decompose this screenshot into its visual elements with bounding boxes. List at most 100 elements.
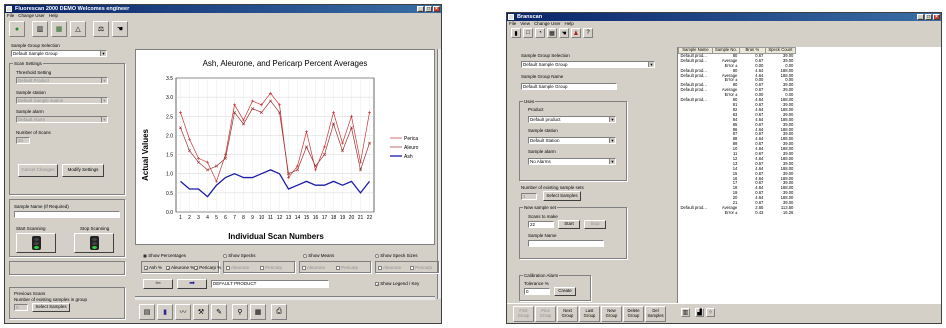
select-samples-button[interactable]: Select Samples — [32, 303, 70, 312]
check-means-pericarp[interactable]: Pericarp — [336, 265, 358, 270]
sample-group-dropdown[interactable]: Default Sample Group ▼ — [521, 61, 655, 68]
sample-group-dropdown[interactable]: Default Sample Group ▼ — [11, 50, 107, 57]
help-icon[interactable]: ? — [583, 28, 593, 38]
hand-icon[interactable]: ☚ — [559, 28, 569, 38]
close-button[interactable]: × — [933, 14, 940, 20]
graph-icon[interactable]: ◔ — [535, 28, 545, 38]
traffic-light-icon[interactable]: ● — [9, 21, 25, 37]
scans-to-make-input[interactable]: 22 — [528, 221, 554, 228]
sample-alarm-dropdown[interactable]: No Alarms ▼ — [528, 158, 616, 165]
radio-show-specks[interactable]: Show Specks — [223, 253, 256, 258]
arrow-right-button[interactable]: ➡ — [177, 279, 207, 289]
nav-button-first-group[interactable]: First Group — [513, 306, 534, 322]
sample-group-selection-label: Sample Group Selection — [11, 43, 60, 48]
minimize-button[interactable]: _ — [917, 14, 924, 20]
tolerance-input[interactable]: 0 — [524, 288, 550, 295]
x-tick-label: 18 — [331, 215, 337, 221]
menu-help[interactable]: Help — [564, 21, 573, 27]
close-button[interactable]: × — [433, 6, 440, 12]
check-sizes-pericarp[interactable]: Pericarp — [410, 265, 432, 270]
magnifier-icon[interactable]: ⚲ — [232, 304, 248, 320]
x-tick-label: 20 — [349, 215, 355, 221]
grid-icon[interactable]: ▥ — [681, 308, 690, 317]
scatter-icon[interactable]: ⁘ — [706, 308, 715, 317]
sample-name-input[interactable] — [528, 240, 604, 247]
scale-icon[interactable]: ⚖ — [93, 21, 109, 37]
sample-name-input[interactable] — [14, 211, 120, 218]
minimize-button[interactable]: _ — [417, 6, 424, 12]
sample-alarm-dropdown[interactable]: Default Alarm ▼ — [16, 116, 108, 123]
grid-chart-icon[interactable]: ▦ — [51, 21, 67, 37]
nav-button-prior-group[interactable]: Prior Group — [535, 306, 556, 322]
menu-file[interactable]: File — [7, 13, 14, 19]
table-row[interactable]: Error ± 0.43 16.26 — [679, 210, 796, 216]
x-tick-label: 12 — [277, 215, 283, 221]
right-title-bar: Branscan _ □ × — [507, 13, 941, 21]
menu-file[interactable]: File — [509, 21, 516, 27]
arrow-left-button[interactable]: ⬅ — [143, 279, 173, 289]
check-aleurone[interactable]: ✓ Aleurone % — [166, 265, 194, 270]
menu-change-user[interactable]: Change User — [534, 21, 561, 27]
show-legend-check[interactable]: ✓ Show Legend / Key — [375, 281, 419, 286]
group-icon[interactable]: ♟ — [571, 28, 581, 38]
square-icon[interactable]: □ — [523, 28, 533, 38]
scanning-group: Sample Name (If Required) Start Scanning… — [9, 199, 125, 257]
check-means-aleurone[interactable]: Aleurone — [302, 265, 325, 270]
nav-button-delete-group[interactable]: Delete Group — [623, 306, 644, 322]
nav-button-del-samples[interactable]: Del Samples — [645, 306, 666, 322]
sheet-icon[interactable]: ▦ — [250, 304, 266, 320]
modify-settings-button[interactable]: Modify Settings — [62, 164, 104, 177]
nav-button-next-group[interactable]: Next Group — [557, 306, 578, 322]
create-button[interactable]: Create — [554, 287, 576, 296]
maximize-button[interactable]: □ — [925, 14, 932, 20]
y-tick-label: 1.0 — [166, 172, 173, 178]
number-of-scans-field[interactable]: 20 — [16, 137, 30, 144]
line-chart-icon[interactable]: 〰 — [175, 304, 191, 320]
fluorescan-window: Fluorescan 2000 DEMO Welcomes engineer _… — [4, 4, 442, 324]
radio-show-percentages[interactable]: Show Percentages — [143, 253, 186, 258]
check-specks-pericarp[interactable]: Pericarp — [260, 265, 282, 270]
tools-icon[interactable]: ⚒ — [193, 304, 209, 320]
sample-station-dropdown[interactable]: Default Sample station ▼ — [16, 97, 108, 104]
brush-icon[interactable]: ✎ — [211, 304, 227, 320]
radio-show-speck-sizes[interactable]: Show Speck Sizes — [375, 253, 418, 258]
hand-icon[interactable]: ☚ — [112, 21, 128, 37]
menu-view[interactable]: View — [520, 21, 530, 27]
select-samples-button[interactable]: Select Samples — [543, 191, 581, 201]
stop-scanning-button[interactable] — [74, 233, 114, 253]
horizontal-scrollbar[interactable] — [135, 296, 435, 300]
check-ash[interactable]: ✓ Ash % — [144, 265, 162, 270]
start-button[interactable]: Start — [558, 220, 580, 229]
sample-group-name-input[interactable]: Default Sample Group — [521, 83, 617, 90]
printer-icon[interactable]: ⎙ — [271, 304, 287, 320]
x-tick-label: 9 — [251, 215, 254, 221]
product-dropdown[interactable]: Default product ▼ — [528, 116, 616, 123]
menu-help[interactable]: Help — [49, 13, 58, 19]
bar-icon[interactable]: ▮ — [511, 28, 521, 38]
start-scanning-button[interactable] — [16, 233, 56, 253]
threshold-dropdown[interactable]: Default Product ▼ — [16, 77, 108, 84]
sample-group-name-label: Sample Group Name — [521, 74, 564, 79]
sample-station-dropdown[interactable]: Default Station ▼ — [528, 137, 616, 144]
maximize-button[interactable]: □ — [425, 6, 432, 12]
cancel-changes-button[interactable]: Cancel Changes — [18, 164, 58, 177]
left-window-title: Fluorescan 2000 DEMO Welcomes engineer — [15, 6, 130, 12]
stop-button[interactable]: Stop — [584, 220, 606, 229]
check-sizes-aleurone[interactable]: Aleurone — [378, 265, 401, 270]
chart-y-axis-label: Actual Values — [141, 128, 150, 181]
y-tick-label: 2.0 — [166, 133, 173, 139]
nav-button-last-group[interactable]: Last Group — [579, 306, 600, 322]
menu-change-user[interactable]: Change User — [18, 13, 45, 19]
building-icon[interactable]: ▥ — [32, 21, 48, 37]
nav-button-new-group[interactable]: New Group — [601, 306, 622, 322]
radio-show-means[interactable]: Show Means — [303, 253, 334, 258]
triangle-icon[interactable]: △ — [70, 21, 86, 37]
table-icon[interactable]: ▤ — [139, 304, 155, 320]
check-pericarp[interactable]: ✓ Pericarp % — [194, 265, 221, 270]
bar-chart-icon[interactable]: ▮ — [157, 304, 173, 320]
traffic-light-icon — [31, 236, 41, 250]
check-specks-aleurone[interactable]: Aleurone — [226, 265, 249, 270]
grid-icon[interactable]: ▦ — [547, 28, 557, 38]
chart-icon[interactable]: ▟ — [695, 308, 704, 317]
x-tick-label: 2 — [188, 215, 191, 221]
